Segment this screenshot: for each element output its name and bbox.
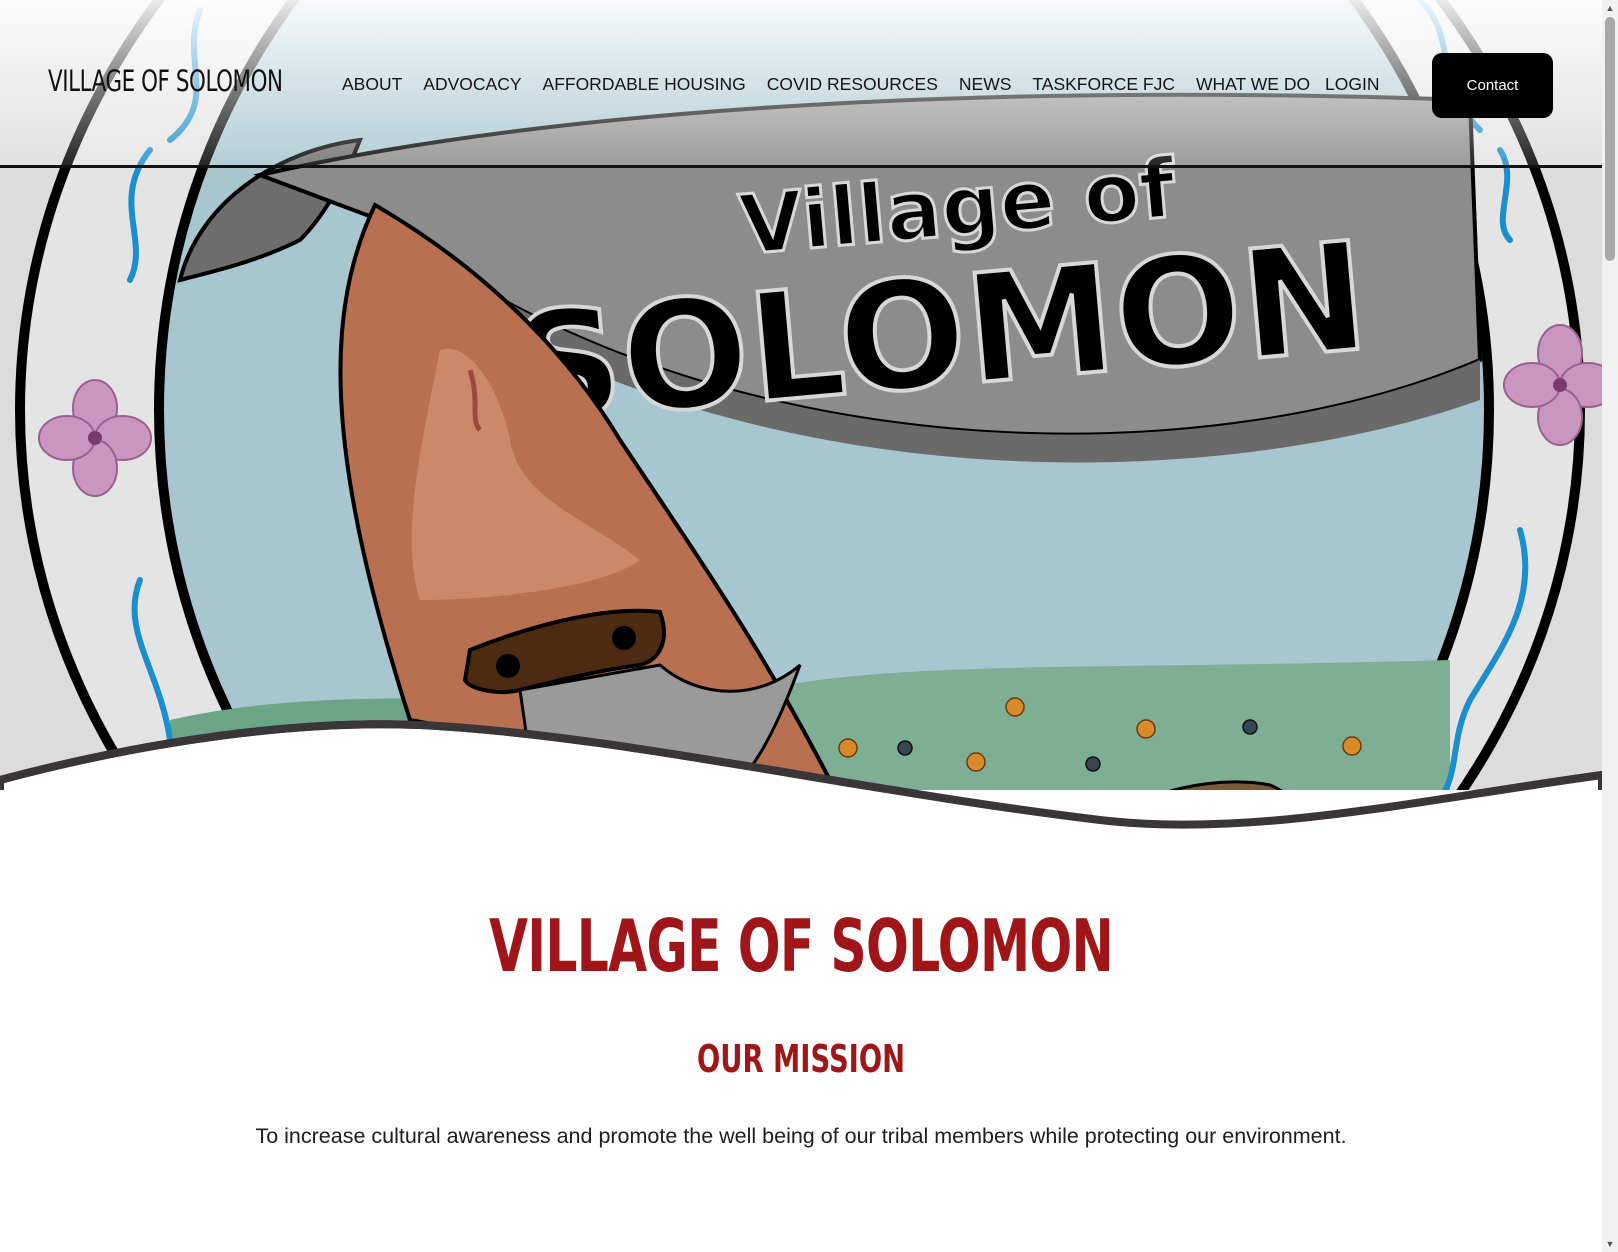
scroll-down-arrow-icon[interactable]: ▼ [1602,1236,1618,1252]
scroll-up-arrow-icon[interactable]: ▲ [1602,0,1618,16]
main-nav: ABOUT ADVOCACY AFFORDABLE HOUSING COVID … [342,74,1310,95]
vertical-scrollbar[interactable]: ▲ ▼ [1602,0,1618,1252]
nav-covid-resources[interactable]: COVID RESOURCES [767,74,938,95]
contact-button[interactable]: Contact [1432,53,1553,118]
scrollbar-thumb[interactable] [1605,17,1615,261]
mission-heading: OUR MISSION [696,1037,905,1081]
page: Village of SOLOMON VILLAGE OF SOLOMON AB… [0,0,1618,1252]
page-title: VILLAGE OF SOLOMON [488,904,1114,988]
nav-news[interactable]: NEWS [959,74,1012,95]
nav-advocacy[interactable]: ADVOCACY [423,74,521,95]
nav-about[interactable]: ABOUT [342,74,402,95]
nav-taskforce-fjc[interactable]: TASKFORCE FJC [1032,74,1175,95]
site-title[interactable]: VILLAGE OF SOLOMON [48,64,283,98]
nav-affordable-housing[interactable]: AFFORDABLE HOUSING [543,74,746,95]
mission-statement: To increase cultural awareness and promo… [255,1124,1347,1148]
login-link[interactable]: LOGIN [1325,74,1379,95]
site-header: VILLAGE OF SOLOMON ABOUT ADVOCACY AFFORD… [0,0,1602,168]
nav-what-we-do[interactable]: WHAT WE DO [1196,74,1310,95]
